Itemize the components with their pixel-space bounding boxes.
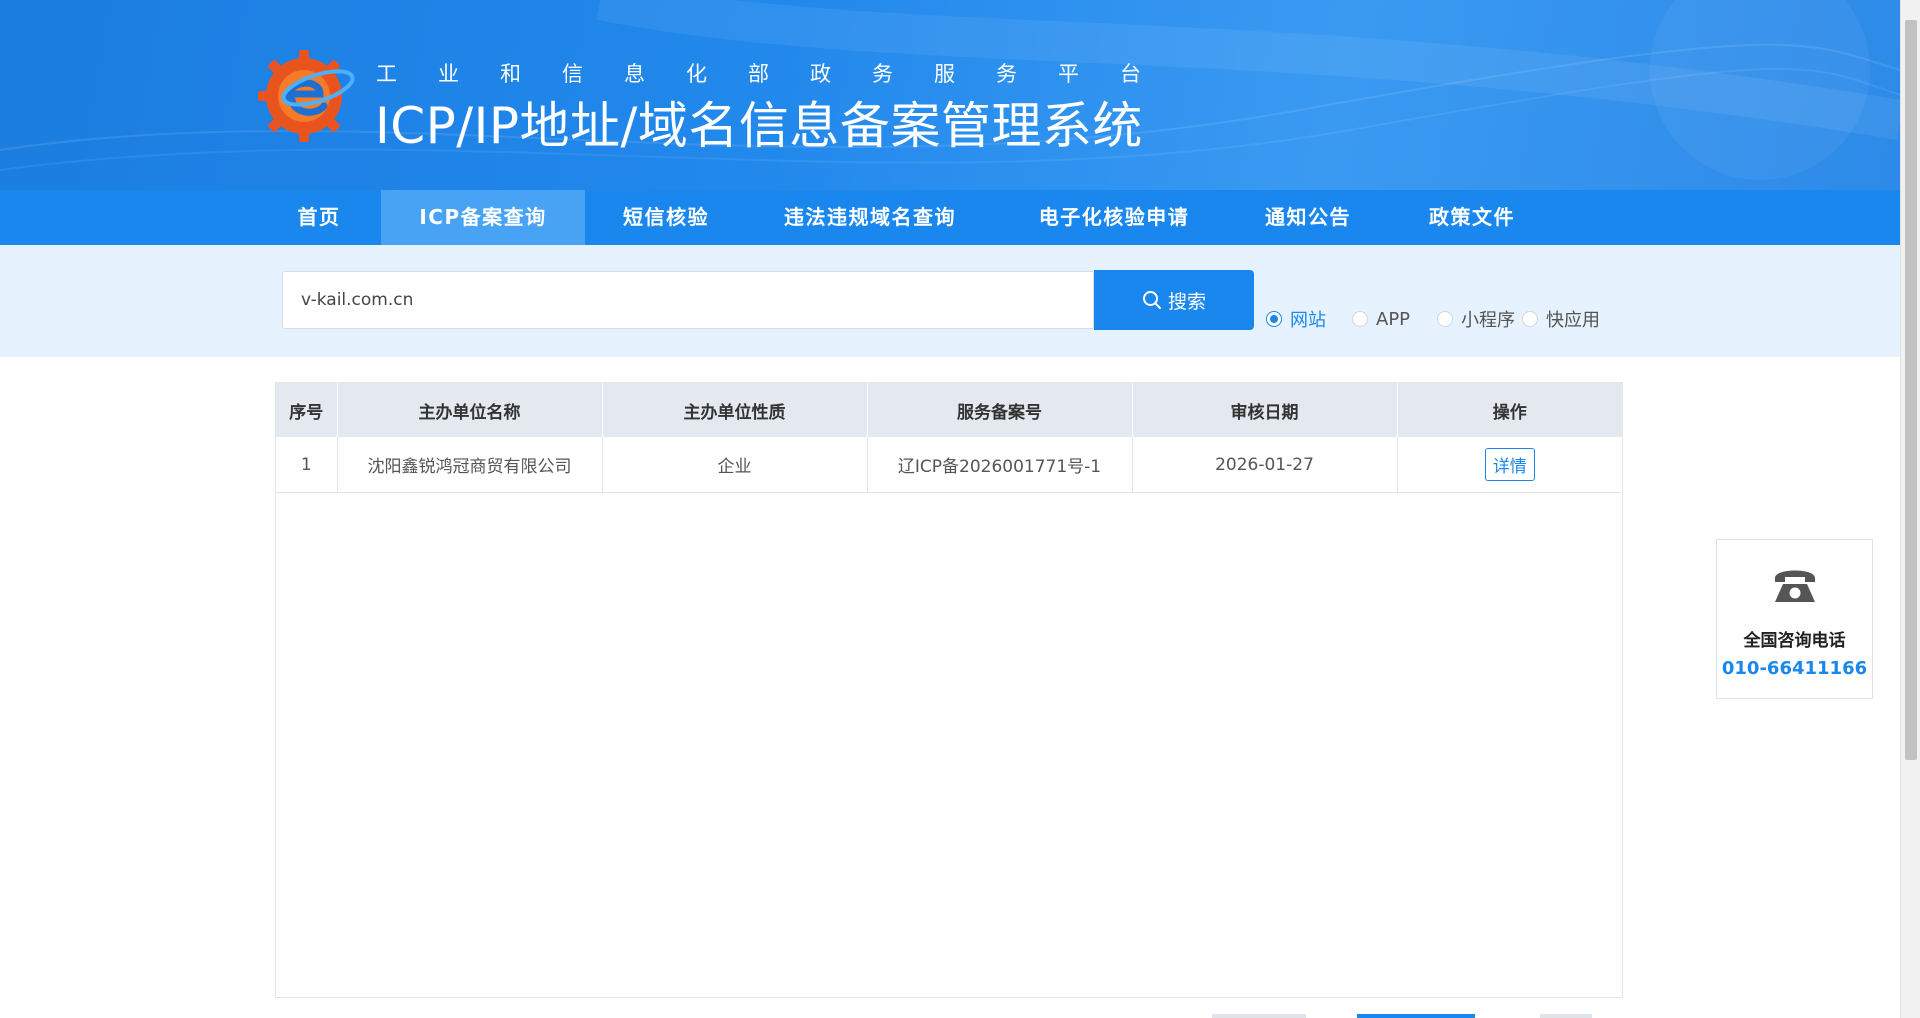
radio-label: 小程序	[1461, 310, 1515, 331]
nav-home[interactable]: 首页	[281, 190, 357, 245]
cell-org-name: 沈阳鑫锐鸿冠商贸有限公司	[337, 437, 603, 493]
radio-label: 网站	[1290, 310, 1326, 331]
radio-dot-icon	[1437, 311, 1453, 327]
column-header-org-name: 主办单位名称	[337, 383, 603, 437]
radio-label: APP	[1376, 308, 1411, 330]
pagination-edge-next	[1540, 1014, 1592, 1018]
radio-label: 快应用	[1546, 310, 1600, 331]
column-header-action: 操作	[1397, 383, 1622, 437]
results-table: 序号 主办单位名称 主办单位性质 服务备案号 审核日期 操作 1 沈阳鑫锐鸿冠商…	[276, 383, 1622, 493]
column-header-record-no: 服务备案号	[867, 383, 1133, 437]
hotline-label: 全国咨询电话	[1743, 631, 1846, 651]
nav-e-verify-apply[interactable]: 电子化核验申请	[1024, 190, 1204, 245]
scrollbar-thumb[interactable]	[1905, 20, 1917, 760]
pagination-edge-active	[1357, 1014, 1475, 1018]
search-button-label: 搜索	[1167, 290, 1206, 313]
nav-notices[interactable]: 通知公告	[1256, 190, 1360, 245]
cell-index: 1	[276, 437, 338, 493]
nav-policies[interactable]: 政策文件	[1420, 190, 1524, 245]
radio-dot-icon	[1522, 311, 1538, 327]
miit-logo-icon	[258, 50, 355, 142]
nav-illegal-domain-query[interactable]: 违法违规域名查询	[770, 190, 970, 245]
column-header-index: 序号	[276, 383, 338, 437]
cell-date: 2026-01-27	[1132, 437, 1398, 493]
phone-icon	[1775, 570, 1815, 602]
column-header-date: 审核日期	[1132, 383, 1398, 437]
table-header-row: 序号 主办单位名称 主办单位性质 服务备案号 审核日期 操作	[276, 383, 1622, 437]
radio-dot-icon	[1352, 311, 1368, 327]
pagination-edge	[1212, 1014, 1306, 1018]
search-button[interactable]: 搜索	[1094, 270, 1254, 330]
platform-subtitle: 工业和信息化部政务服务平台	[376, 62, 1182, 86]
hotline-number[interactable]: 010-66411166	[1717, 658, 1872, 679]
cell-record-no: 辽ICP备2026001771号-1	[867, 437, 1133, 493]
column-header-org-type: 主办单位性质	[602, 383, 868, 437]
detail-button[interactable]: 详情	[1484, 448, 1535, 481]
radio-mini-program[interactable]: 小程序	[1437, 306, 1515, 332]
page-scrollbar[interactable]	[1900, 0, 1920, 1018]
nav-icp-query[interactable]: ICP备案查询	[381, 190, 585, 245]
hotline-widget: 全国咨询电话 010-66411166	[1716, 539, 1873, 699]
cell-action: 详情	[1397, 437, 1622, 493]
radio-quick-app[interactable]: 快应用	[1522, 306, 1600, 332]
results-table-container: 序号 主办单位名称 主办单位性质 服务备案号 审核日期 操作 1 沈阳鑫锐鸿冠商…	[275, 382, 1623, 998]
nav-sms-verify[interactable]: 短信核验	[606, 190, 726, 245]
table-row: 1 沈阳鑫锐鸿冠商贸有限公司 企业 辽ICP备2026001771号-1 202…	[276, 437, 1622, 493]
radio-app[interactable]: APP	[1352, 306, 1410, 332]
search-input[interactable]	[282, 271, 1094, 329]
radio-dot-icon	[1266, 311, 1282, 327]
site-header: 工业和信息化部政务服务平台 ICP/IP地址/域名信息备案管理系统	[0, 0, 1900, 190]
radio-website[interactable]: 网站	[1266, 306, 1326, 332]
search-icon	[1142, 291, 1161, 309]
main-nav: 首页 ICP备案查询 短信核验 违法违规域名查询 电子化核验申请 通知公告 政策…	[0, 190, 1900, 245]
system-title: ICP/IP地址/域名信息备案管理系统	[375, 97, 1143, 155]
cell-org-type: 企业	[602, 437, 868, 493]
